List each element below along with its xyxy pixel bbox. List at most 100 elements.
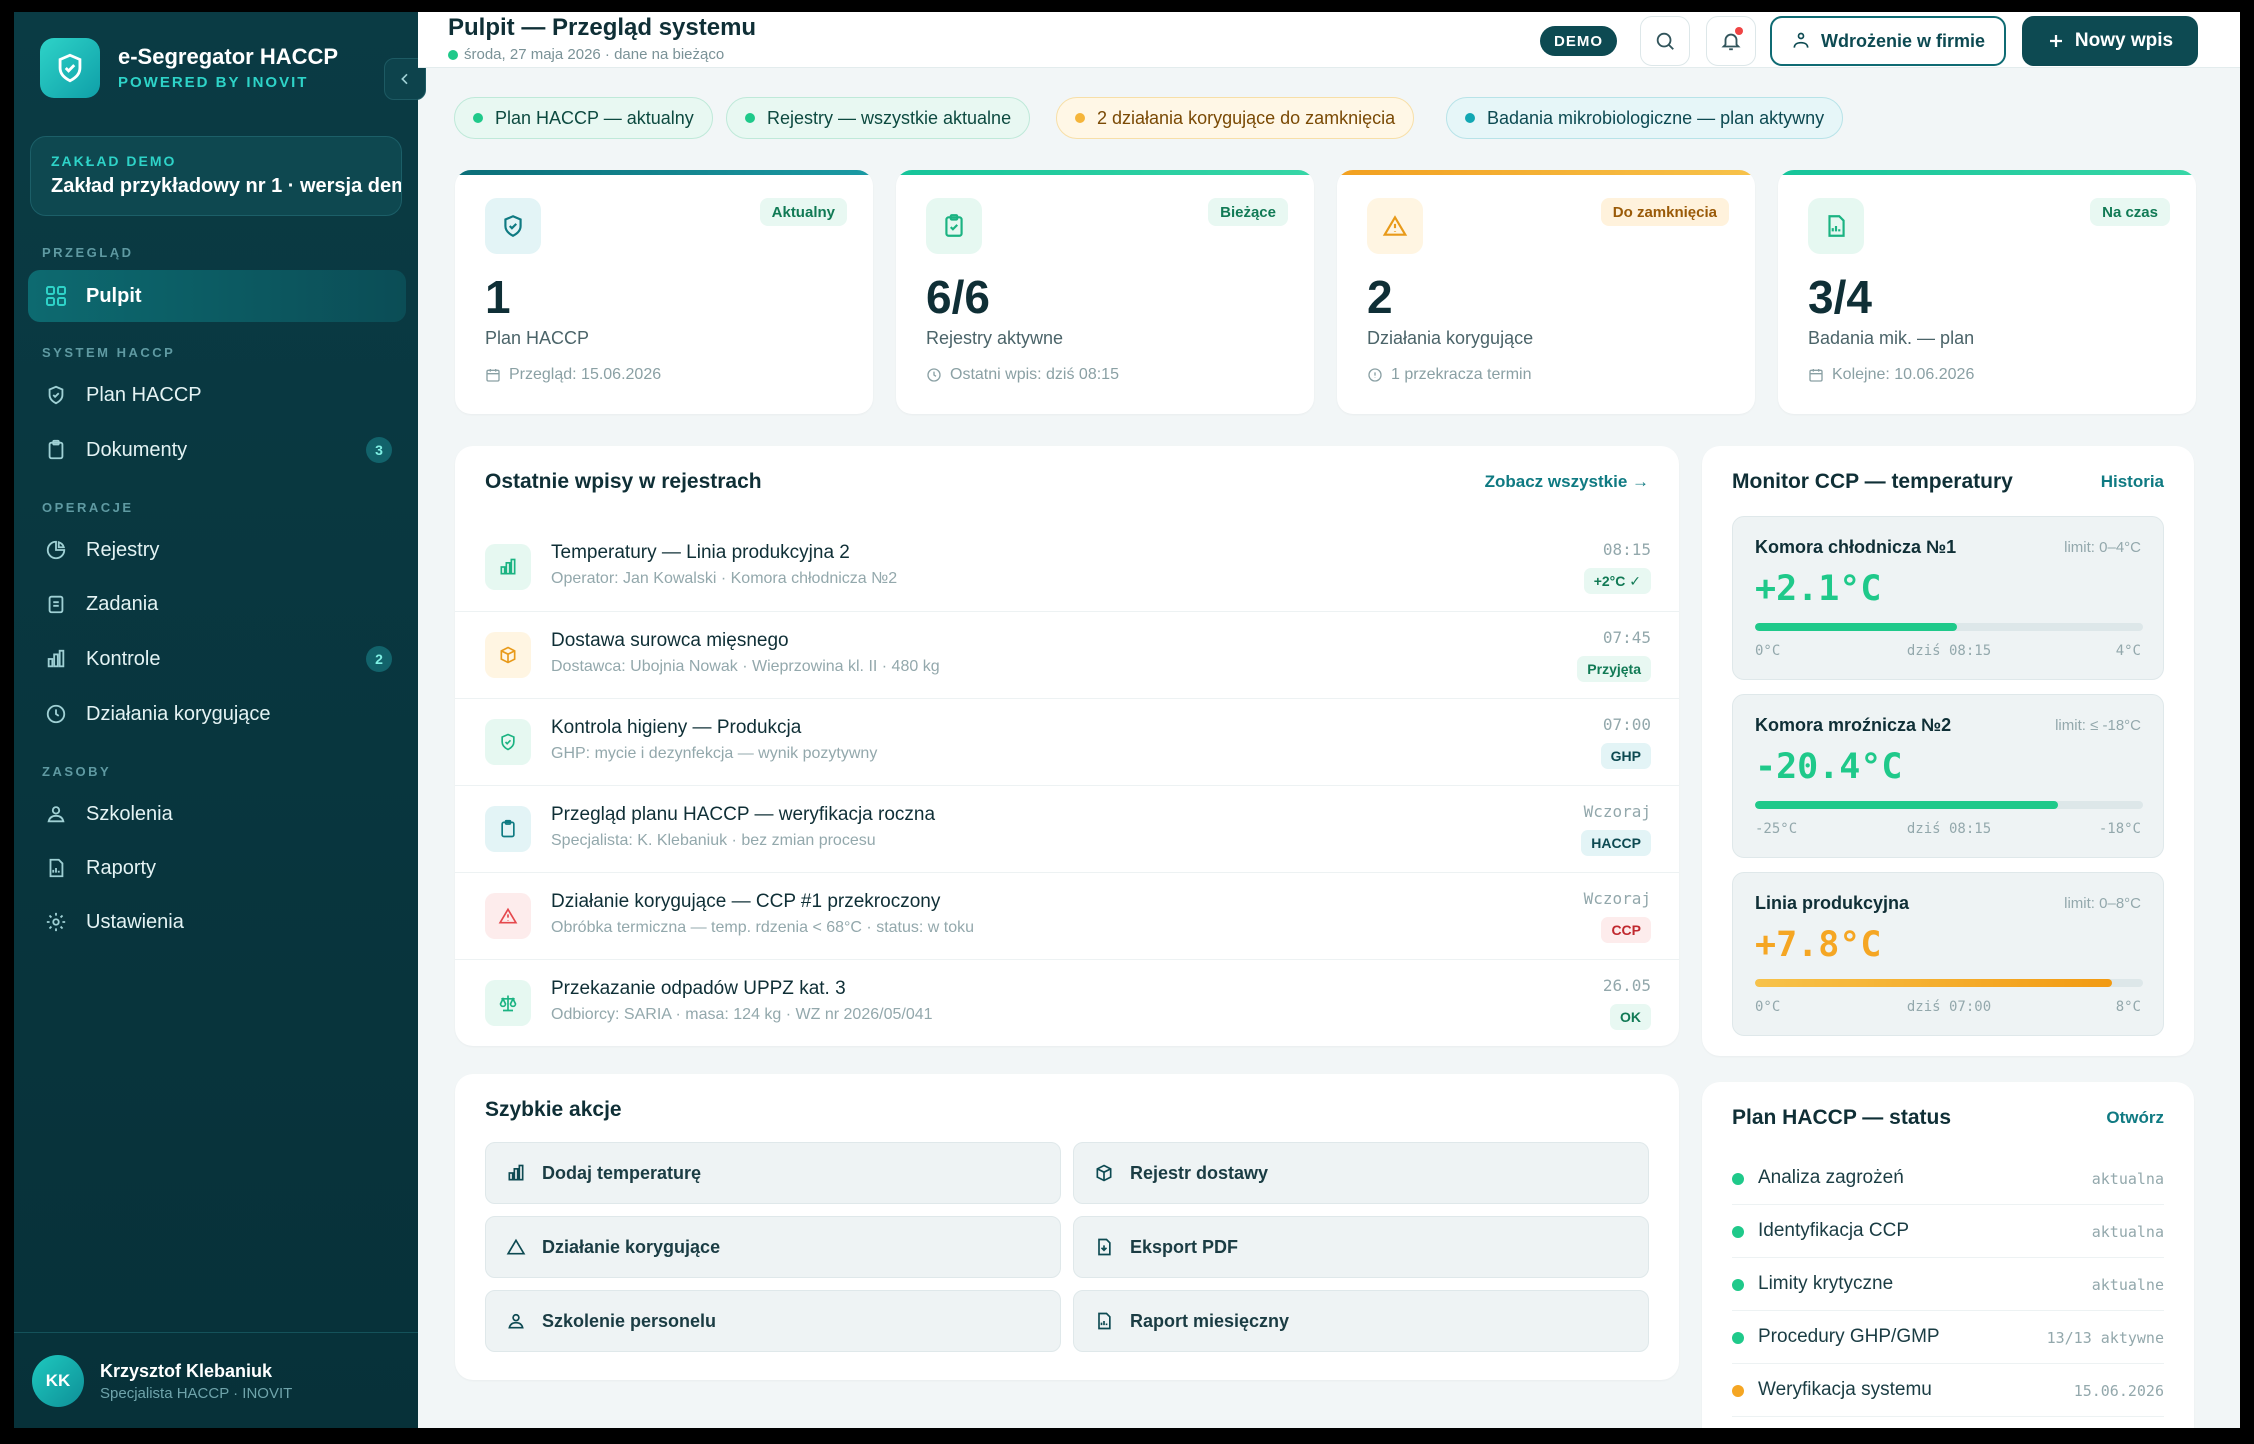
report-icon [1808,198,1864,254]
plant-selector[interactable]: ZAKŁAD DEMO Zakład przykładowy nr 1 · we… [30,136,402,216]
kpi-badge: Bieżące [1208,198,1288,226]
kpi-footnote: Ostatni wpis: dziś 08:15 [926,366,1119,384]
user-role: Specjalista HACCP · INOVIT [100,1385,293,1402]
kpi-card-haccp-plan[interactable]: Aktualny 1 Plan HACCP Przegląd: 15.06.20… [455,170,873,414]
ccp-card[interactable]: Komora chłodnicza №1 limit: 0–4°C +2.1°C… [1732,516,2164,680]
haccp-plan-status-panel: Plan HACCP — status Otwórz Analiza zagro… [1702,1082,2194,1428]
entry-time: 08:15 [1602,540,1651,559]
entry-row[interactable]: Kontrola higieny — Produkcja GHP: mycie … [455,698,1679,785]
ccp-limit: limit: 0–8°C [2064,895,2141,912]
kpi-badge: Aktualny [759,198,847,226]
ccp-range-min: -25°C [1755,821,1798,837]
status-dot [1732,1279,1744,1291]
ccp-range-max: -18°C [2098,821,2141,837]
new-entry-button-label: Nowy wpis [2074,30,2174,51]
entry-subtitle: Dostawca: Ubojnia Nowak · Wieprzowina kl… [551,658,940,675]
plan-status-row[interactable]: Procedury GHP/GMP 13/13 aktywne [1732,1311,2164,1364]
sidebar-item-rejestry[interactable]: Rejestry [28,524,406,576]
entry-title: Temperatury — Linia produkcyjna 2 [551,542,850,563]
deploy-button[interactable]: Wdrożenie w firmie [1770,16,2006,66]
shield-icon [485,198,541,254]
history-link[interactable]: Historia [2101,472,2164,492]
sidebar-item-pulpit[interactable]: Pulpit [28,270,406,322]
entry-subtitle: Specjalista: K. Klebaniuk · bez zmian pr… [551,832,876,849]
see-all-link[interactable]: Zobacz wszystkie → [1485,472,1649,492]
deploy-button-label: Wdrożenie w firmie [1820,30,1986,51]
entry-row[interactable]: Przegląd planu HACCP — weryfikacja roczn… [455,785,1679,872]
sidebar-item-label: Ustawienia [86,910,184,933]
user-name: Krzysztof Klebaniuk [100,1361,273,1381]
quick-action-delivery-register[interactable]: Rejestr dostawy [1073,1142,1649,1204]
ccp-reading-time: dziś 07:00 [1906,999,1992,1015]
nav-section-system: SYSTEM HACCP [42,345,176,360]
plan-item-label: Analiza zagrożeń [1758,1167,1904,1188]
entry-title: Działanie korygujące — CCP #1 przekroczo… [551,891,941,912]
sidebar-item-kontrole[interactable]: Kontrole 2 [28,633,406,685]
entry-time: Wczoraj [1583,889,1651,908]
entry-row[interactable]: Dostawa surowca mięsnego Dostawca: Ubojn… [455,611,1679,698]
ccp-limit: limit: ≤ -18°C [2055,717,2141,734]
entry-row[interactable]: Przekazanie odpadów UPPZ kat. 3 Odbiorcy… [455,959,1679,1046]
panel-title: Szybkie akcje [485,1098,622,1121]
quick-action-staff-training[interactable]: Szkolenie personelu [485,1290,1061,1352]
clipboard-list-icon [42,590,70,618]
status-chip-micro: Badania mikrobiologiczne — plan aktywny [1446,97,1844,139]
entry-time: 07:00 [1602,715,1651,734]
box-icon [485,632,531,678]
ccp-range-min: 0°C [1755,643,1781,659]
user-profile[interactable]: KK Krzysztof Klebaniuk Specjalista HACCP… [14,1332,418,1428]
people-icon [504,1309,528,1333]
entry-time: 26.05 [1602,976,1651,995]
quick-action-label: Eksport PDF [1130,1236,1239,1257]
sidebar-item-plan-haccp[interactable]: Plan HACCP [28,369,406,421]
grid-icon [42,282,70,310]
plan-item-value: 15.06.2026 [2073,1382,2164,1400]
kpi-value: 3/4 [1808,271,1872,323]
quick-action-monthly-report[interactable]: Raport miesięczny [1073,1290,1649,1352]
notifications-button[interactable] [1706,16,1756,66]
status-dot [1732,1385,1744,1397]
recent-entries-panel: Ostatnie wpisy w rejestrach Zobacz wszys… [455,446,1679,1046]
plan-status-row[interactable]: Weryfikacja systemu 15.06.2026 [1732,1364,2164,1417]
quick-actions-panel: Szybkie akcje Dodaj temperaturę Rejestr … [455,1074,1679,1380]
nav-section-operations: OPERACJE [42,500,134,515]
sidebar-item-zadania[interactable]: Zadania [28,578,406,630]
kpi-card-registers[interactable]: Bieżące 6/6 Rejestry aktywne Ostatni wpi… [896,170,1314,414]
sidebar-item-label: Działania korygujące [86,702,271,725]
kpi-card-corrective[interactable]: Do zamknięcia 2 Działania korygujące 1 p… [1337,170,1755,414]
plan-status-row[interactable]: Identyfikacja CCP aktualna [1732,1205,2164,1258]
plan-status-row[interactable]: Analiza zagrożeń aktualna [1732,1152,2164,1205]
ccp-progress-track [1755,801,2143,809]
sidebar-item-szkolenia[interactable]: Szkolenia [28,788,406,840]
entry-subtitle: Operator: Jan Kowalski · Komora chłodnic… [551,570,898,587]
status-dot [1732,1332,1744,1344]
sidebar-item-raporty[interactable]: Raporty [28,842,406,894]
page-title: Pulpit — Przegląd systemu [448,14,757,41]
ccp-card[interactable]: Linia produkcyjna limit: 0–8°C +7.8°C dz… [1732,872,2164,1036]
new-entry-button[interactable]: Nowy wpis [2022,16,2198,66]
quick-action-export-pdf[interactable]: Eksport PDF [1073,1216,1649,1278]
quick-action-add-temperature[interactable]: Dodaj temperaturę [485,1142,1061,1204]
shield-icon [485,719,531,765]
live-status-dot [448,50,458,61]
entry-tag: CCP [1601,917,1651,943]
sidebar: e-Segregator HACCP POWERED BY INOVIT ZAK… [14,12,426,1428]
sidebar-item-ustawienia[interactable]: Ustawienia [28,896,406,948]
ccp-name: Komora mroźnicza №2 [1755,715,1952,735]
entry-subtitle: Obróbka termiczna — temp. rdzenia < 68°C… [551,919,975,936]
ccp-card[interactable]: Komora mroźnicza №2 limit: ≤ -18°C -20.4… [1732,694,2164,858]
ccp-progress-fill [1755,801,2058,809]
sidebar-item-dokumenty[interactable]: Dokumenty 3 [28,424,406,476]
entry-row[interactable]: Temperatury — Linia produkcyjna 2 Operat… [455,524,1679,611]
sidebar-item-dzialania-korygujace[interactable]: Działania korygujące [28,688,406,740]
plan-status-row[interactable]: Limity krytyczne aktualne [1732,1258,2164,1311]
search-button[interactable] [1640,16,1690,66]
shield-logo-icon [40,38,100,98]
page-date: środa, 27 maja 2026 · dane na bieżąco [448,46,724,63]
open-plan-link[interactable]: Otwórz [2106,1108,2164,1128]
status-chip-corrective: 2 działania korygujące do zamknięcia [1056,97,1415,139]
top-header: Pulpit — Przegląd systemu środa, 27 maja… [418,12,2240,68]
entry-row[interactable]: Działanie korygujące — CCP #1 przekroczo… [455,872,1679,959]
kpi-card-micro[interactable]: Na czas 3/4 Badania mik. — plan Kolejne:… [1778,170,2196,414]
quick-action-corrective[interactable]: Działanie korygujące [485,1216,1061,1278]
